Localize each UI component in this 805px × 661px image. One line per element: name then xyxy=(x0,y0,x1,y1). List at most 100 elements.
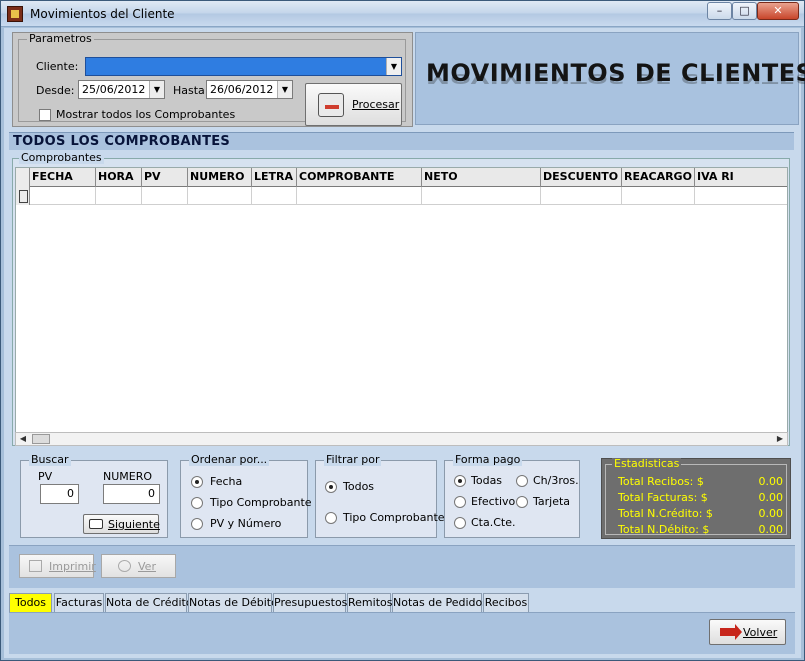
cliente-select[interactable]: ▼ xyxy=(85,57,402,76)
arrow-right-icon xyxy=(720,624,742,640)
imprimir-button[interactable]: Imprimir xyxy=(19,554,96,578)
grid-cell[interactable] xyxy=(422,187,541,205)
procesar-label: Procesar xyxy=(352,98,400,111)
forma-cheques-radio[interactable] xyxy=(516,475,528,487)
desde-date-picker[interactable]: 25/06/2012 ▼ xyxy=(78,80,165,99)
forma-cheques-label: Ch/3ros. xyxy=(533,474,579,487)
buscar-legend: Buscar xyxy=(29,453,71,466)
grid-cell[interactable] xyxy=(188,187,252,205)
ordenar-tipo-radio[interactable] xyxy=(191,497,203,509)
minimize-button[interactable]: – xyxy=(707,2,732,20)
estadisticas-panel: Estadisticas Total Recibos: $ 0.00 Total… xyxy=(601,458,791,539)
maximize-button[interactable]: □ xyxy=(732,2,757,20)
grid-header-iva-ri[interactable]: IVA RI xyxy=(695,168,787,187)
numero-label: NUMERO xyxy=(103,470,153,483)
filtrar-legend: Filtrar por xyxy=(324,453,382,466)
main-window: Movimientos del Cliente – □ ✕ Parametros… xyxy=(0,0,805,661)
siguiente-button[interactable]: Siguiente xyxy=(83,514,160,534)
scroll-right-icon[interactable]: ▶ xyxy=(773,433,787,445)
numero-input[interactable]: 0 xyxy=(103,484,160,504)
grid-cell[interactable] xyxy=(541,187,622,205)
scroll-thumb[interactable] xyxy=(32,434,50,444)
close-button[interactable]: ✕ xyxy=(757,2,799,20)
tab-recibos[interactable]: Recibos xyxy=(483,593,529,612)
mostrar-todos-checkbox[interactable] xyxy=(39,109,51,121)
grid-horizontal-scrollbar[interactable]: ◀ ▶ xyxy=(15,432,788,446)
procesar-button[interactable]: Procesar xyxy=(305,83,402,126)
forma-tarjeta-radio[interactable] xyxy=(516,496,528,508)
grid-cell[interactable] xyxy=(622,187,695,205)
forma-todas-label: Todas xyxy=(471,474,503,487)
filtrar-tipo-radio[interactable] xyxy=(325,512,337,524)
chevron-down-icon[interactable]: ▼ xyxy=(386,58,401,75)
desde-label: Desde: xyxy=(36,84,75,97)
hasta-date-picker[interactable]: 26/06/2012 ▼ xyxy=(206,80,293,99)
grid-cell[interactable] xyxy=(252,187,297,205)
ver-button[interactable]: Ver xyxy=(101,554,176,578)
grid-cell[interactable] xyxy=(695,187,787,205)
chevron-down-icon[interactable]: ▼ xyxy=(149,81,164,98)
scroll-left-icon[interactable]: ◀ xyxy=(16,433,30,445)
grid-header-numero[interactable]: NUMERO xyxy=(188,168,252,187)
grid-header-pv[interactable]: PV xyxy=(142,168,188,187)
tab-notas-de-debito[interactable]: Notas de Débito xyxy=(188,593,278,612)
chevron-down-icon[interactable]: ▼ xyxy=(277,81,292,98)
pv-label: PV xyxy=(38,470,53,483)
estadisticas-group: Estadisticas Total Recibos: $ 0.00 Total… xyxy=(605,458,787,536)
ordenar-pv-numero-radio[interactable] xyxy=(191,518,203,530)
grid-header: FECHA HORA PV NUMERO LETRA COMPROBANTE N… xyxy=(16,168,787,187)
forma-todas-radio[interactable] xyxy=(454,475,466,487)
volver-button[interactable]: Volver xyxy=(709,619,786,645)
tab-remitos[interactable]: Remitos xyxy=(347,593,392,612)
filtrar-todos-radio[interactable] xyxy=(325,481,337,493)
stat-label: Total N.Débito: $ xyxy=(618,523,710,536)
ordenar-fecha-label: Fecha xyxy=(210,475,243,488)
pv-input[interactable]: 0 xyxy=(40,484,79,504)
grid-cell[interactable] xyxy=(297,187,422,205)
printer-icon xyxy=(29,560,42,572)
filtrar-tipo-label: Tipo Comprobante xyxy=(343,511,445,524)
ordenar-tipo-label: Tipo Comprobante xyxy=(210,496,312,509)
stat-label: Total Recibos: $ xyxy=(618,475,704,488)
stat-label: Total Facturas: $ xyxy=(618,491,708,504)
mostrar-todos-label: Mostrar todos los Comprobantes xyxy=(56,108,236,121)
volver-label: Volver xyxy=(743,626,778,639)
grid-header-neto[interactable]: NETO xyxy=(422,168,541,187)
stat-value: 0.00 xyxy=(758,523,784,536)
ordenar-legend: Ordenar por... xyxy=(189,453,270,466)
stat-total-ncredito: Total N.Crédito: $ 0.00 xyxy=(618,507,783,520)
forma-efectivo-label: Efectivo xyxy=(471,495,516,508)
table-row[interactable] xyxy=(16,187,787,205)
grid-header-fecha[interactable]: FECHA xyxy=(30,168,96,187)
grid-cell[interactable] xyxy=(142,187,188,205)
cliente-label: Cliente: xyxy=(36,60,79,73)
stat-label: Total N.Crédito: $ xyxy=(618,507,713,520)
tab-facturas[interactable]: Facturas xyxy=(54,593,104,612)
app-icon xyxy=(7,6,23,22)
grid-cell[interactable] xyxy=(96,187,142,205)
tab-todos[interactable]: Todos xyxy=(9,593,52,612)
tab-presupuestos[interactable]: Presupuestos xyxy=(273,593,347,612)
ordenar-group: Ordenar por... Fecha Tipo Comprobante PV… xyxy=(180,454,312,538)
grid-cell[interactable] xyxy=(30,187,96,205)
tab-notas-de-pedidos[interactable]: Notas de Pedidos xyxy=(392,593,488,612)
grid-header-comprobante[interactable]: COMPROBANTE xyxy=(297,168,422,187)
stat-total-ndebito: Total N.Débito: $ 0.00 xyxy=(618,523,783,536)
tab-nota-de-credito[interactable]: Nota de Crédito xyxy=(105,593,193,612)
comprobantes-grid[interactable]: FECHA HORA PV NUMERO LETRA COMPROBANTE N… xyxy=(15,167,788,445)
hasta-value: 26/06/2012 xyxy=(210,83,274,96)
grid-header-descuento[interactable]: DESCUENTO xyxy=(541,168,622,187)
forma-efectivo-radio[interactable] xyxy=(454,496,466,508)
grid-header-hora[interactable]: HORA xyxy=(96,168,142,187)
process-icon xyxy=(318,93,344,117)
stat-total-facturas: Total Facturas: $ 0.00 xyxy=(618,491,783,504)
ordenar-pv-numero-label: PV y Número xyxy=(210,517,282,530)
ordenar-fecha-radio[interactable] xyxy=(191,476,203,488)
desde-value: 25/06/2012 xyxy=(82,83,146,96)
grid-header-reacargo[interactable]: REACARGO xyxy=(622,168,695,187)
forma-ctacte-radio[interactable] xyxy=(454,517,466,529)
params-panel: Parametros Cliente: ▼ Desde: 25/06/2012 … xyxy=(12,32,413,127)
row-indicator-icon xyxy=(16,187,30,205)
title-bar[interactable]: Movimientos del Cliente – □ ✕ xyxy=(1,1,804,27)
grid-header-letra[interactable]: LETRA xyxy=(252,168,297,187)
